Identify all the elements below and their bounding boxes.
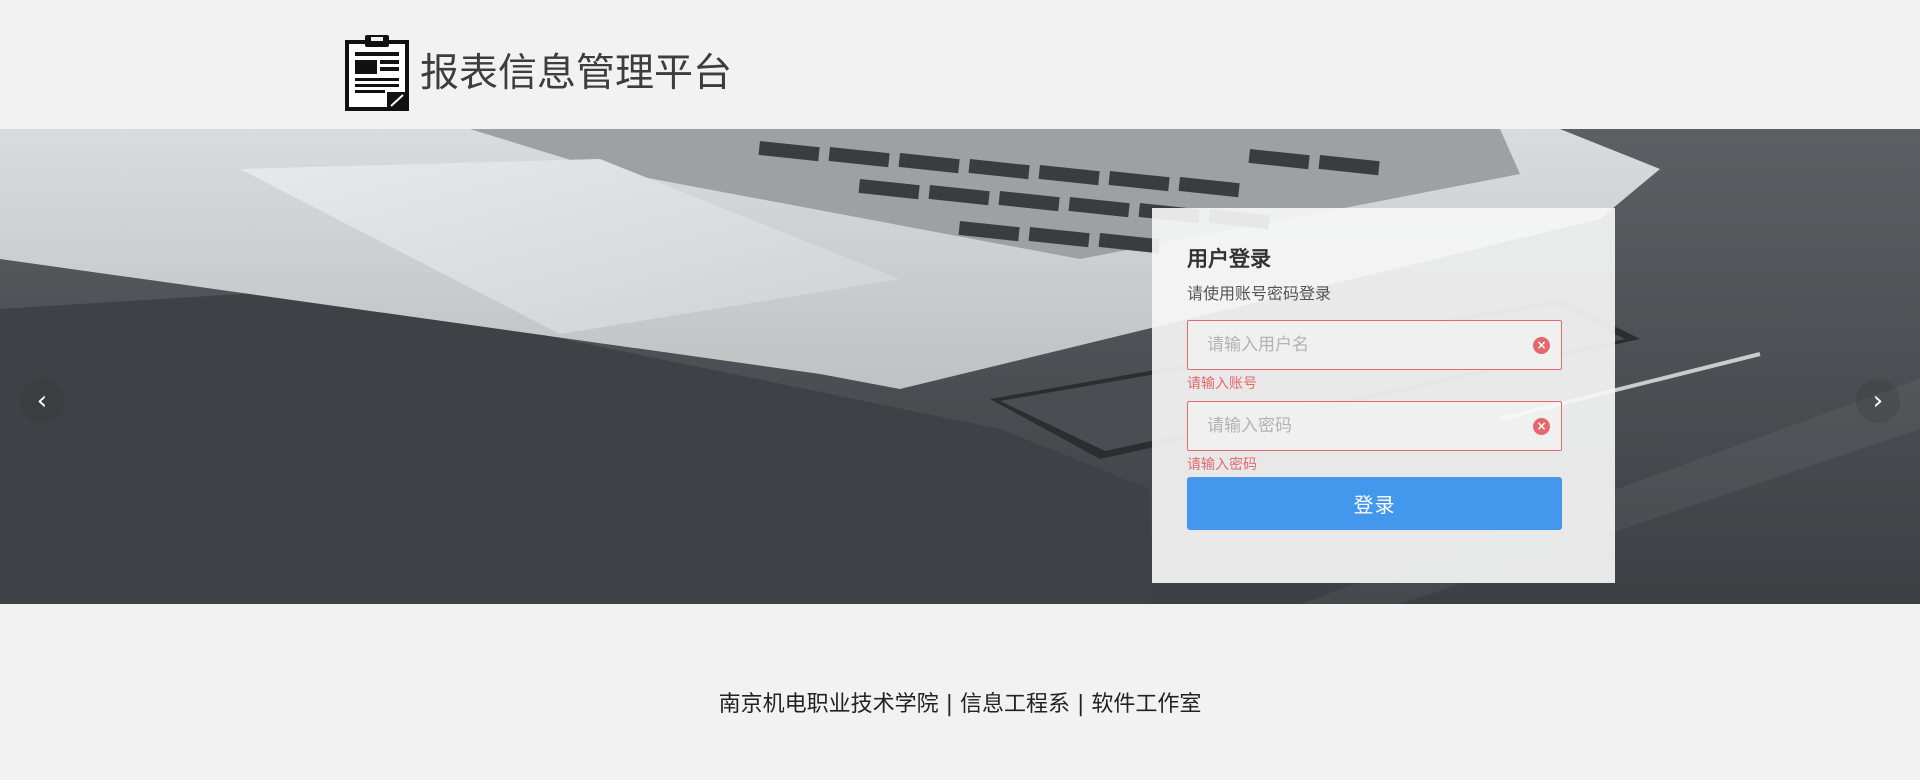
page-title: 报表信息管理平台 [420, 51, 733, 96]
carousel-prev-button[interactable]: ‹ [20, 379, 64, 423]
password-input[interactable] [1188, 402, 1561, 450]
error-clear-icon[interactable]: × [1533, 337, 1550, 354]
login-panel: 用户登录 请使用账号密码登录 × 请输入账号 × 请输入密码 登录 [1152, 208, 1615, 583]
username-error: 请输入账号 [1187, 376, 1257, 392]
footer: 南京机电职业技术学院 | 信息工程系 | 软件工作室 [0, 604, 1920, 780]
login-title: 用户登录 [1187, 247, 1271, 271]
carousel-banner: ‹ › 用户登录 请使用账号密码登录 × 请输入账号 × 请输入密码 登录 [0, 129, 1920, 604]
header: 报表信息管理平台 [0, 0, 1920, 129]
laptop-background-image [0, 129, 1920, 604]
username-input[interactable] [1188, 321, 1561, 369]
chevron-right-icon: › [1872, 386, 1884, 416]
password-field-wrapper: × [1187, 401, 1562, 451]
login-subtitle: 请使用账号密码登录 [1187, 284, 1332, 303]
login-button[interactable]: 登录 [1187, 477, 1562, 530]
password-error: 请输入密码 [1187, 457, 1257, 473]
clipboard-report-icon [345, 35, 409, 111]
carousel-next-button[interactable]: › [1856, 379, 1900, 423]
chevron-left-icon: ‹ [36, 386, 48, 416]
error-clear-icon[interactable]: × [1533, 418, 1550, 435]
username-field-wrapper: × [1187, 320, 1562, 370]
footer-text: 南京机电职业技术学院 | 信息工程系 | 软件工作室 [718, 692, 1202, 717]
